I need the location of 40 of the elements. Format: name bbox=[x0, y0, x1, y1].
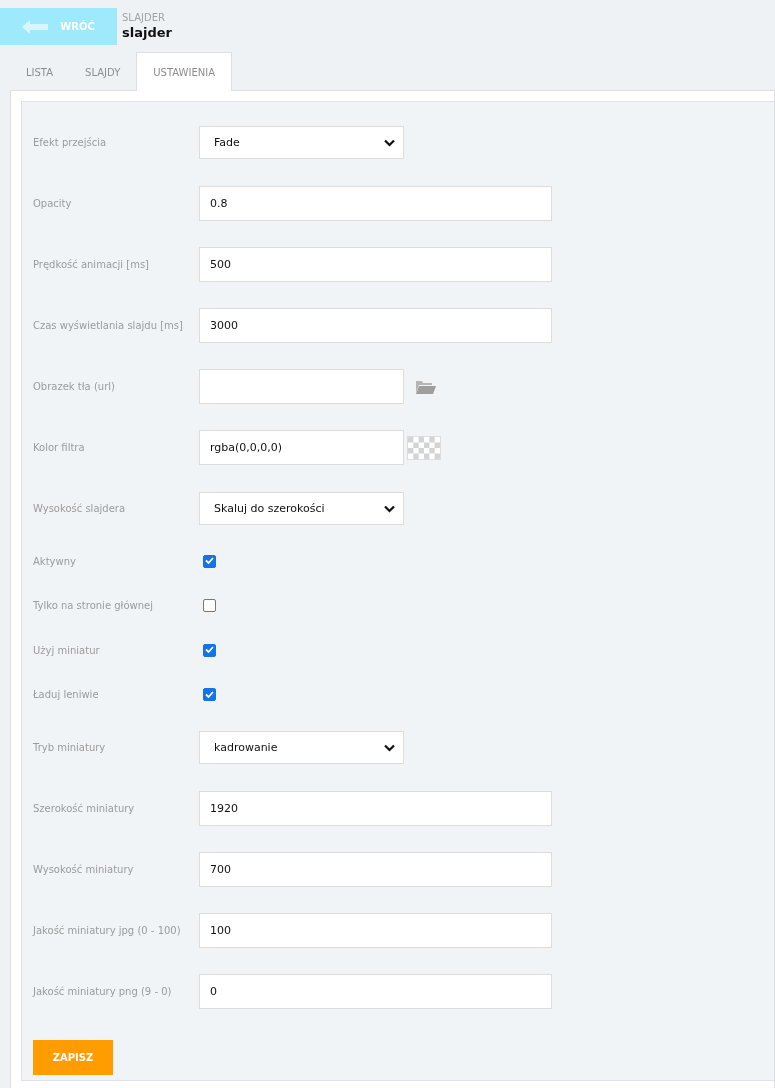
field-label: Wysokość miniatury bbox=[33, 864, 135, 875]
input-field[interactable]: 1920 bbox=[199, 791, 552, 826]
field-label: Czas wyświetlania slajdu [ms] bbox=[33, 320, 184, 331]
select-field[interactable]: Skaluj do szerokości bbox=[199, 492, 404, 525]
field-label: Obrazek tła (url) bbox=[33, 381, 116, 392]
folder-icon[interactable] bbox=[416, 379, 436, 394]
arrow-left-icon bbox=[22, 19, 49, 34]
field-label: Wysokość slajdera bbox=[33, 503, 127, 514]
color-swatch[interactable] bbox=[407, 435, 441, 460]
field-label: Użyj miniatur bbox=[33, 644, 101, 656]
checkbox[interactable] bbox=[203, 554, 216, 568]
checkbox[interactable] bbox=[203, 599, 216, 613]
field-label: Kolor filtra bbox=[33, 442, 86, 453]
input-field[interactable]: 0 bbox=[199, 974, 552, 1009]
chevron-down-icon bbox=[384, 504, 395, 513]
section-label: SLAJDER bbox=[122, 12, 166, 23]
chevron-down-icon bbox=[384, 743, 395, 752]
checkbox[interactable] bbox=[203, 643, 216, 657]
field-label: Jakość miniatury png (9 - 0) bbox=[33, 986, 173, 997]
field-label: Tylko na stronie głównej bbox=[33, 600, 154, 612]
input-field[interactable]: rgba(0,0,0,0) bbox=[199, 430, 404, 465]
input-field[interactable]: 500 bbox=[199, 247, 552, 282]
input-field[interactable] bbox=[199, 369, 404, 404]
page-title: slajder bbox=[122, 25, 172, 40]
input-field[interactable]: 100 bbox=[199, 913, 552, 948]
chevron-down-icon bbox=[384, 138, 395, 147]
field-label: Prędkość animacji [ms] bbox=[33, 259, 150, 270]
field-label: Szerokość miniatury bbox=[33, 803, 136, 814]
select-field[interactable]: kadrowanie bbox=[199, 731, 404, 764]
input-field[interactable]: 700 bbox=[199, 852, 552, 887]
field-label: Jakość miniatury jpg (0 - 100) bbox=[33, 925, 182, 936]
field-label: Ładuj leniwie bbox=[33, 689, 100, 701]
field-label: Tryb miniatury bbox=[33, 742, 107, 753]
field-label: Efekt przejścia bbox=[33, 137, 108, 148]
field-label: Aktywny bbox=[33, 555, 77, 567]
checkbox[interactable] bbox=[203, 688, 216, 702]
input-field[interactable]: 0.8 bbox=[199, 186, 552, 221]
select-field[interactable]: Fade bbox=[199, 126, 404, 159]
input-field[interactable]: 3000 bbox=[199, 308, 552, 343]
field-label: Opacity bbox=[33, 198, 73, 209]
